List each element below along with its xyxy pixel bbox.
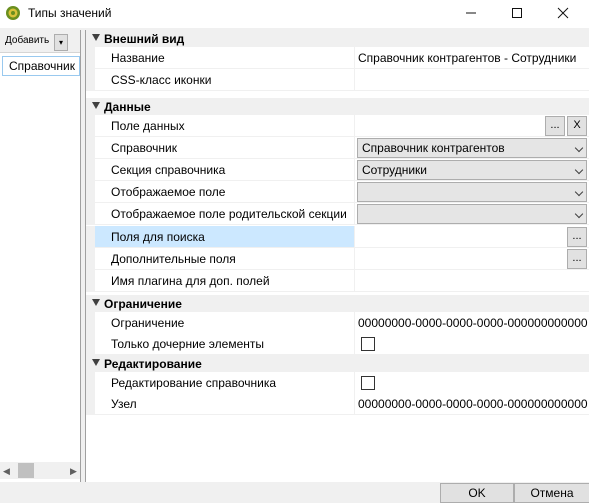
property-label: Секция справочника [111,163,226,177]
browse-button[interactable]: ... [567,249,587,269]
cancel-button[interactable]: Отмена [514,483,589,503]
property-row-display-field[interactable]: Отображаемое поле [86,181,589,203]
edit-directory-checkbox[interactable] [361,376,375,390]
window-title: Типы значений [28,6,112,20]
directory-select[interactable]: Справочник контрагентов [357,138,587,158]
category-label: Данные [104,100,151,114]
scroll-left-icon[interactable]: ◀ [3,466,10,477]
property-label: Отображаемое поле родительской секции [111,207,347,221]
browse-button[interactable]: ... [567,227,587,247]
property-label: Поля для поиска [111,230,205,244]
maximize-button[interactable] [494,0,540,28]
category-appearance[interactable]: Внешний вид [86,30,589,47]
category-label: Редактирование [104,357,202,371]
property-row-section[interactable]: Секция справочника Сотрудники [86,159,589,181]
property-row-css-class[interactable]: CSS-класс иконки [86,69,589,91]
category-label: Ограничение [104,297,182,311]
parent-display-field-select[interactable] [357,204,587,224]
property-row-plugin-name[interactable]: Имя плагина для доп. полей [86,270,589,292]
plugin-name-value[interactable] [355,270,589,292]
chevron-down-icon [574,187,584,197]
property-label: Имя плагина для доп. полей [111,274,270,288]
value-types-list-panel: Добавить ▾ Справочник контрагентов - Сот… [0,30,81,482]
property-label: CSS-класс иконки [111,73,212,87]
restriction-value[interactable]: 00000000-0000-0000-0000-000000000000 [355,312,589,334]
property-row-restriction[interactable]: Ограничение 00000000-0000-0000-0000-0000… [86,312,589,334]
horizontal-scrollbar[interactable]: ◀ ▶ [0,462,80,479]
list-item-label: Справочник контрагентов - Сотрудники [9,59,79,73]
collapse-icon[interactable] [92,34,100,41]
collapse-icon[interactable] [92,102,100,109]
property-row-edit-directory[interactable]: Редактирование справочника [86,372,589,394]
property-label: Только дочерние элементы [111,337,265,351]
children-only-checkbox[interactable] [361,337,375,351]
list-toolbar: Добавить ▾ [0,30,80,53]
ok-button[interactable]: OK [440,483,514,503]
title-bar: Типы значений [0,0,589,28]
clear-button[interactable]: X [567,116,587,136]
maximize-icon [512,8,522,18]
css-class-value[interactable] [355,69,589,91]
dialog-footer: OK Отмена [0,482,589,503]
close-icon [557,7,569,19]
property-row-data-field[interactable]: Поле данных ... X [86,115,589,137]
close-button[interactable] [540,0,586,28]
property-label: Узел [111,397,137,411]
property-label: Поле данных [111,119,185,133]
browse-button[interactable]: ... [545,116,565,136]
property-row-node[interactable]: Узел 00000000-0000-0000-0000-00000000000… [86,393,589,415]
property-label: Ограничение [111,316,185,330]
node-value[interactable]: 00000000-0000-0000-0000-000000000000 [355,393,589,415]
chevron-down-icon [574,209,584,219]
minimize-icon [466,12,476,14]
collapse-icon[interactable] [92,359,100,366]
chevron-down-icon [574,165,584,175]
property-label: Справочник [111,141,177,155]
display-field-select[interactable] [357,182,587,202]
property-row-parent-display-field[interactable]: Отображаемое поле родительской секции [86,203,589,225]
category-editing[interactable]: Редактирование [86,355,589,372]
add-dropdown-button[interactable]: ▾ [54,34,68,51]
property-label: Дополнительные поля [111,252,236,266]
property-label: Редактирование справочника [111,376,277,390]
collapse-icon[interactable] [92,299,100,306]
category-data[interactable]: Данные [86,98,589,115]
gear-app-icon [6,6,20,20]
property-row-directory[interactable]: Справочник Справочник контрагентов [86,137,589,159]
section-select[interactable]: Сотрудники [357,160,587,180]
search-fields-value[interactable]: ... [355,226,589,248]
list-item[interactable]: Справочник контрагентов - Сотрудники [2,56,80,76]
category-restriction[interactable]: Ограничение [86,295,589,312]
category-label: Внешний вид [104,32,185,46]
property-row-search-fields[interactable]: Поля для поиска ... [86,226,589,248]
property-row-name[interactable]: Название Справочник контрагентов - Сотру… [86,47,589,69]
property-label: Название [111,51,165,65]
property-row-children-only[interactable]: Только дочерние элементы [86,333,589,355]
property-grid: Внешний вид Название Справочник контраге… [86,30,589,482]
minimize-button[interactable] [448,0,494,28]
data-field-value[interactable]: ... X [355,115,589,137]
scroll-right-icon[interactable]: ▶ [70,466,77,477]
name-value[interactable]: Справочник контрагентов - Сотрудники [355,47,589,69]
property-label: Отображаемое поле [111,185,226,199]
extra-fields-value[interactable]: ... [355,248,589,270]
scrollbar-thumb[interactable] [18,463,34,478]
property-row-extra-fields[interactable]: Дополнительные поля ... [86,248,589,270]
add-button[interactable]: Добавить [2,32,52,50]
chevron-down-icon [574,143,584,153]
